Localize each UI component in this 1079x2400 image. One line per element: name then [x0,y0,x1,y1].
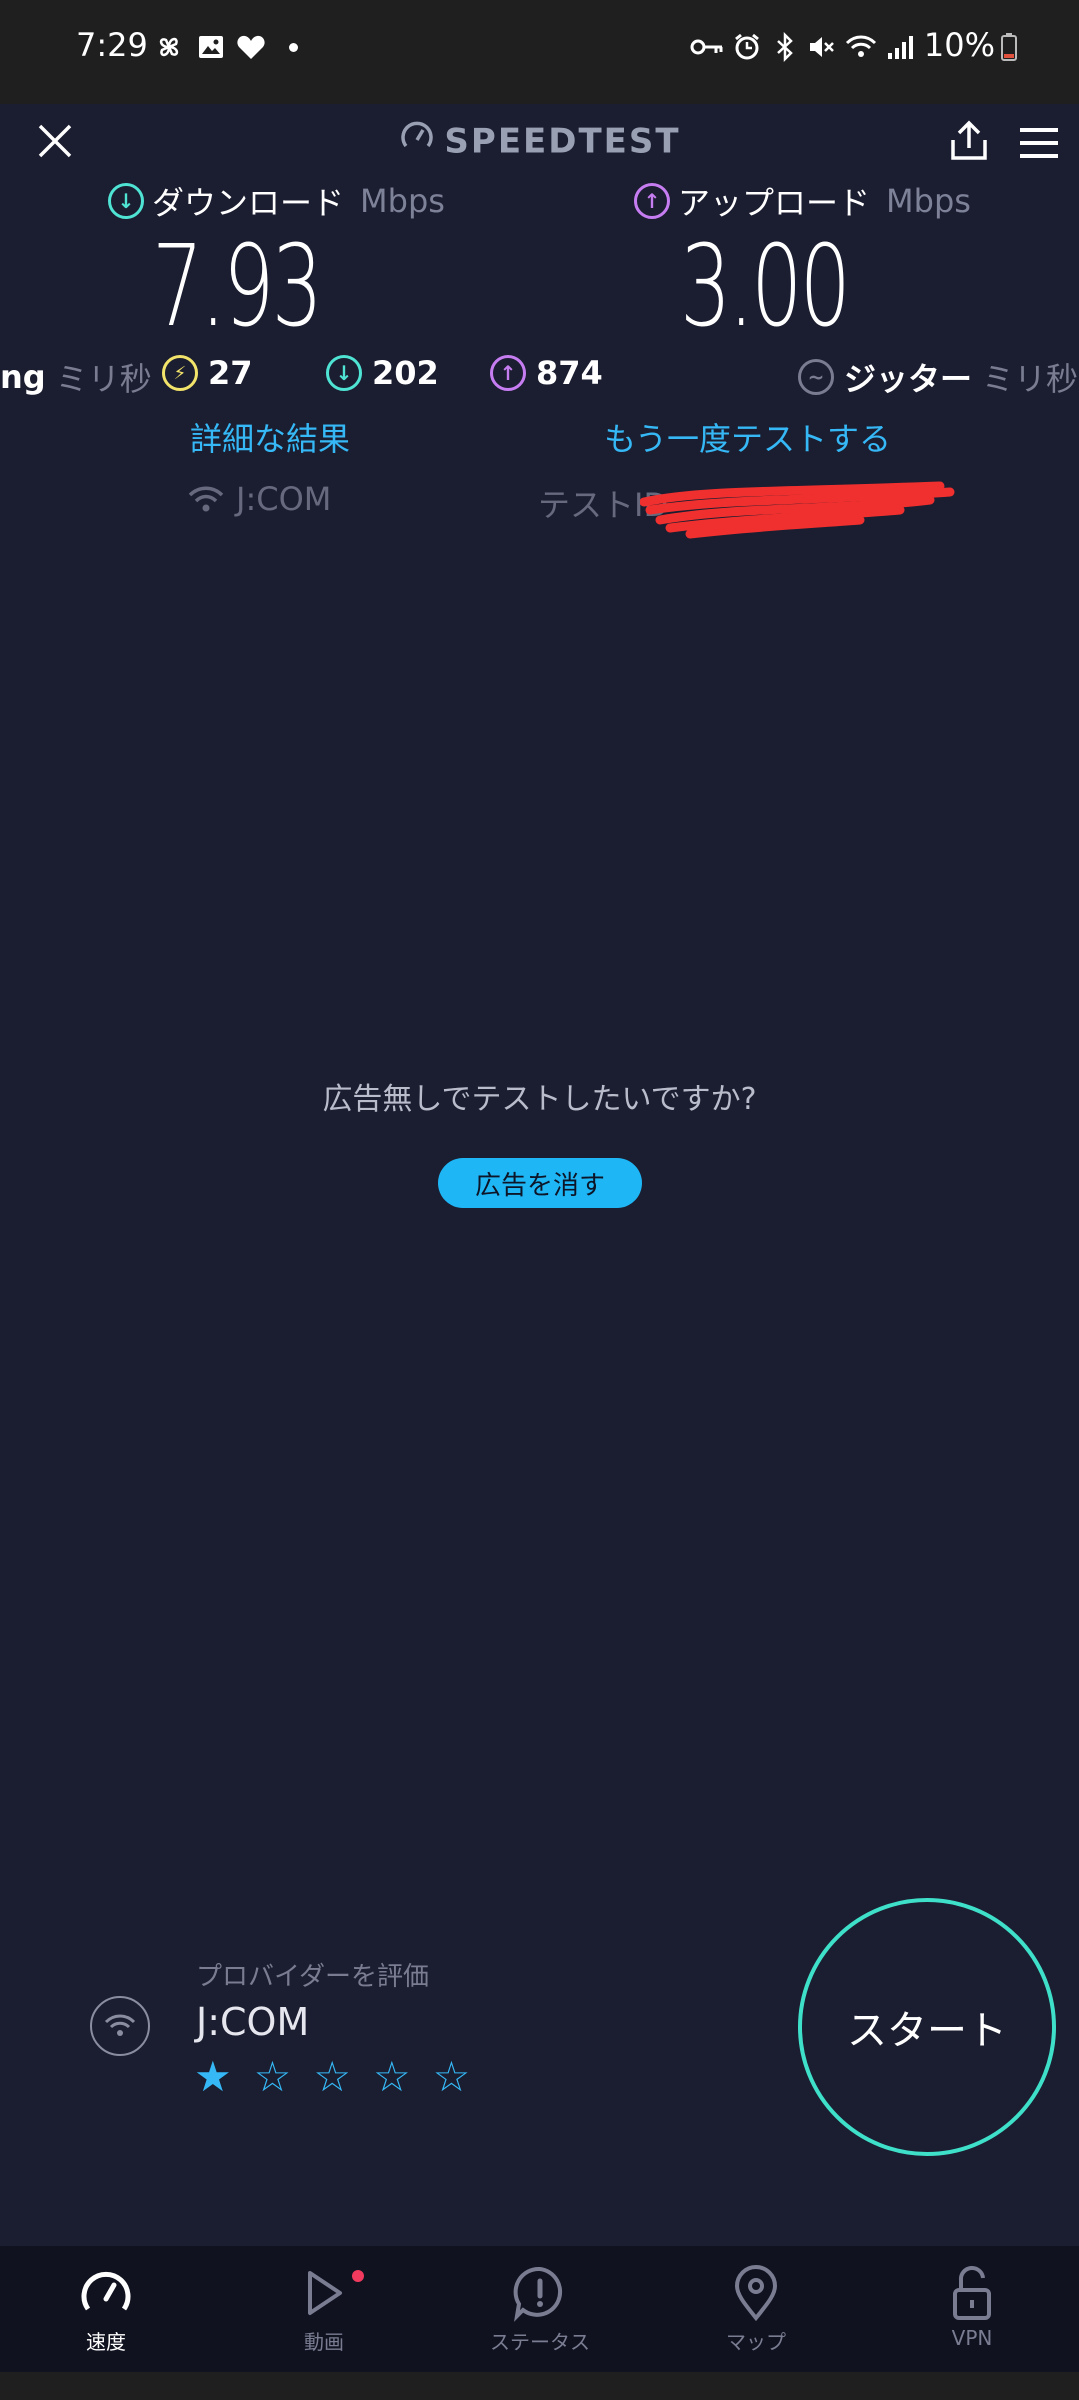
retest-link[interactable]: もう一度テストする [604,414,891,460]
provider-name: J:COM [196,2000,310,2044]
connection-provider-name: J:COM [236,480,332,518]
image-icon [194,30,228,64]
upload-latency-value: 874 [536,354,603,392]
menu-button[interactable] [1016,120,1070,170]
rating-stars[interactable]: ★ ☆ ☆ ☆ ☆ [194,2056,470,2098]
jitter-icon: ~ [798,359,834,395]
star-filled-icon[interactable]: ★ [194,2056,232,2098]
download-arrow-icon: ↓ [108,183,144,219]
nav-video-label: 動画 [304,2330,344,2354]
play-icon [234,2262,414,2324]
signal-icon [884,30,918,64]
nav-map[interactable]: マップ [666,2262,846,2355]
ad-question: 広告無しでテストしたいですか? [322,1082,757,1117]
ping-label-text: ng [0,358,46,396]
download-latency-value: 202 [372,354,439,392]
nav-speed[interactable]: 速度 [16,2262,196,2355]
wifi-icon [188,486,224,512]
star-empty-icon[interactable]: ☆ [313,2056,351,2098]
jitter-label: ジッター [844,360,973,398]
dot-icon [276,30,310,64]
pinwheel-icon [152,30,186,64]
provider-rate-label: プロバイダーを評価 [196,1962,429,1992]
nav-speed-label: 速度 [86,2330,126,2354]
wifi-icon [844,30,878,64]
heart-icon [234,30,268,64]
idle-latency-value: 27 [208,354,253,392]
download-value: 7.93 [152,222,323,352]
ping-label: ng ミリ秒 [0,354,152,400]
upload-value: 3.00 [680,222,851,352]
hamburger-icon [1020,128,1058,158]
nav-map-label: マップ [726,2330,786,2354]
gauge-icon [398,118,436,165]
jitter: ~ ジッター ミリ秒 [798,354,1078,400]
ping-unit: ミリ秒 [55,360,152,398]
download-unit: Mbps [360,182,445,220]
upload-latency: ↑ 874 [490,354,603,392]
download-label: ダウンロード [152,184,345,222]
upload-label: アップロード [678,184,871,222]
nav-status-label: ステータス [490,2330,590,2354]
nav-vpn-label: VPN [951,2326,993,2350]
app-title-text: SPEEDTEST [444,121,681,162]
battery-percent: 10% [923,26,995,64]
star-empty-icon[interactable]: ☆ [433,2056,471,2098]
status-time: 7:29 [76,26,148,64]
jitter-unit: ミリ秒 [982,360,1079,398]
notification-dot [352,2270,364,2282]
upload-latency-icon: ↑ [490,355,526,391]
alert-icon [450,2262,630,2324]
download-latency: ↓ 202 [326,354,439,392]
share-icon [951,120,987,160]
battery-icon [992,30,1026,64]
alarm-icon [730,30,764,64]
key-icon [690,30,724,64]
map-pin-icon [666,2262,846,2324]
provider-wifi-badge [90,1996,150,2056]
nav-status[interactable]: ステータス [450,2262,630,2355]
download-header: ↓ ダウンロード Mbps [108,178,445,224]
app-title: SPEEDTEST [0,118,1079,165]
wifi-icon [104,2014,136,2036]
mute-icon [804,30,838,64]
speedometer-icon [16,2262,196,2324]
detailed-results-link[interactable]: 詳細な結果 [190,414,350,460]
start-button[interactable]: スタート [798,1898,1056,2156]
nav-video[interactable]: 動画 [234,2262,414,2355]
upload-arrow-icon: ↑ [634,183,670,219]
lock-icon [882,2262,1062,2324]
share-button[interactable] [944,116,1000,170]
upload-unit: Mbps [886,182,971,220]
nav-vpn[interactable]: VPN [882,2262,1062,2350]
idle-latency: ⚡ 27 [162,354,253,392]
remove-ads-button[interactable]: 広告を消す [438,1158,642,1208]
idle-latency-icon: ⚡ [162,355,198,391]
star-empty-icon[interactable]: ☆ [254,2056,292,2098]
download-latency-icon: ↓ [326,355,362,391]
system-nav-bar [0,2372,1079,2400]
redaction-scribble [639,480,960,540]
connection-provider: J:COM [186,480,331,518]
star-empty-icon[interactable]: ☆ [373,2056,411,2098]
upload-header: ↑ アップロード Mbps [634,178,971,224]
bluetooth-icon [768,30,802,64]
